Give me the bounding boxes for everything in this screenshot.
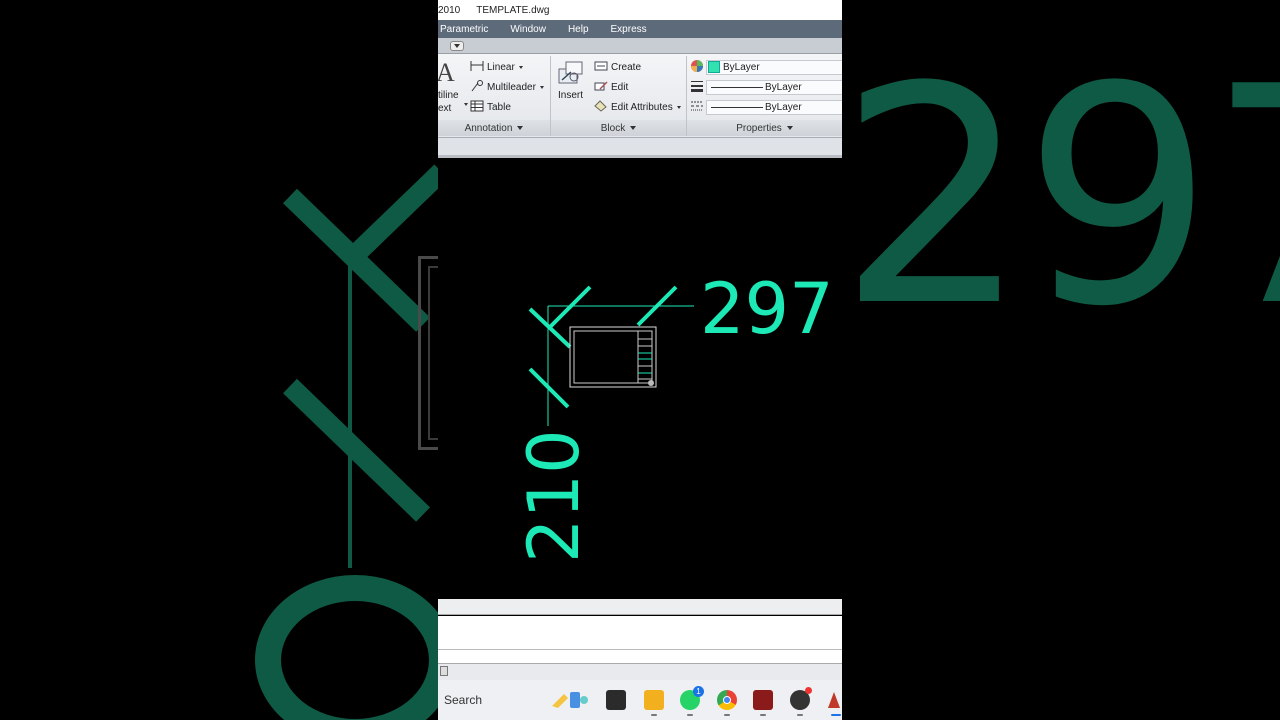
running-indicator [687, 714, 693, 716]
background-tick-mark [348, 164, 449, 263]
vertical-dimension-text: 210 [513, 429, 595, 563]
linetype-property-row: ByLayer [690, 99, 842, 115]
whatsapp-icon[interactable]: 1 [680, 686, 704, 710]
table-icon [470, 100, 484, 115]
search-highlight-icon[interactable] [550, 688, 590, 712]
lineweight-icon [690, 80, 704, 95]
obs-icon[interactable] [790, 687, 812, 710]
edit-attributes-label: Edit Attributes [611, 102, 673, 113]
edit-attributes-caret-icon [676, 106, 681, 109]
multiline-text-label-2: ext [438, 103, 452, 114]
menu-window[interactable]: Window [510, 24, 546, 35]
edit-attributes-icon [594, 100, 608, 115]
annotation-panel-label: Annotation [464, 122, 513, 134]
drawing-svg: 297 210 [513, 268, 834, 563]
multileader-button[interactable]: Multileader [470, 80, 544, 95]
ribbon-bottom-bar [438, 138, 842, 158]
background-dimension-line [348, 260, 352, 568]
create-block-button[interactable]: Create [594, 60, 641, 75]
linetype-value: ByLayer [765, 101, 802, 113]
menu-help[interactable]: Help [568, 24, 589, 35]
edit-label: Edit [611, 82, 629, 93]
dimension-tick [548, 285, 592, 329]
edit-attributes-button[interactable]: Edit Attributes [594, 100, 681, 115]
status-bar [438, 664, 842, 680]
background-zero-digit [255, 575, 455, 720]
line-sample [711, 86, 763, 88]
cursor-icon [648, 380, 654, 386]
search-placeholder: Search [444, 693, 483, 707]
linetype-dropdown[interactable]: ByLayer [706, 99, 842, 115]
lineweight-dropdown[interactable]: ByLayer [706, 79, 842, 95]
multileader-icon [470, 80, 484, 95]
create-label: Create [611, 62, 642, 73]
autocad-window: 2010 TEMPLATE.dwg Parametric Window Help… [438, 0, 842, 720]
color-dropdown[interactable]: ByLayer [706, 59, 842, 75]
background-dimension-number: 297 [838, 23, 1280, 372]
lineweight-property-row: ByLayer [690, 79, 842, 95]
color-wheel-icon [690, 59, 704, 76]
insert-label[interactable]: Insert [558, 90, 583, 101]
properties-panel-label: Properties [736, 122, 782, 134]
ribbon-tab-strip [438, 38, 842, 54]
whatsapp-badge: 1 [693, 686, 704, 697]
annotation-panel-title[interactable]: Annotation [438, 120, 550, 136]
table-button[interactable]: Table [470, 100, 511, 115]
model-space-toggle[interactable] [440, 666, 448, 676]
color-value: ByLayer [723, 61, 760, 73]
running-indicator [651, 714, 657, 716]
linear-caret-icon [518, 66, 523, 69]
edit-block-icon [594, 80, 608, 95]
linear-label: Linear [487, 62, 515, 73]
dimension-tick [528, 367, 570, 409]
linear-dimension-icon [470, 60, 484, 75]
chrome-icon[interactable] [717, 690, 737, 710]
sheet-border [569, 326, 657, 388]
multileader-caret-icon [539, 86, 544, 89]
drawing-canvas[interactable]: 297 210 [438, 161, 842, 599]
block-panel-title[interactable]: Block [551, 120, 686, 136]
active-indicator [831, 714, 841, 716]
task-view-icon[interactable] [606, 690, 626, 710]
title-bar: 2010 TEMPLATE.dwg [438, 0, 842, 20]
running-indicator [760, 714, 766, 716]
lineweight-value: ByLayer [765, 81, 802, 93]
background-tick-mark [283, 378, 431, 522]
file-explorer-icon[interactable] [644, 690, 664, 710]
multiline-text-icon[interactable]: A [438, 58, 455, 88]
line-sample [711, 106, 763, 108]
ribbon-minimize-dropdown[interactable] [450, 41, 464, 51]
app-version: 2010 [438, 4, 461, 16]
chevron-down-icon [630, 126, 637, 130]
linear-dimension-button[interactable]: Linear [470, 60, 523, 75]
command-input[interactable] [438, 650, 842, 664]
command-line[interactable] [438, 616, 842, 650]
insert-block-icon[interactable] [556, 58, 586, 88]
autocad-running-icon[interactable] [826, 690, 842, 710]
menu-express[interactable]: Express [611, 24, 647, 35]
create-block-icon [594, 60, 608, 75]
linetype-icon [690, 100, 704, 115]
chevron-down-icon [786, 126, 793, 130]
taskbar: Search 1 [438, 680, 842, 720]
autocad-app-icon[interactable] [753, 690, 773, 710]
chevron-down-icon [517, 126, 524, 130]
properties-panel-title[interactable]: Properties [687, 120, 842, 136]
horizontal-dimension-text: 297 [700, 268, 834, 350]
text-dropdown-caret[interactable] [460, 103, 468, 106]
color-swatch [708, 61, 720, 73]
running-indicator [724, 714, 730, 716]
menu-bar: Parametric Window Help Express [438, 20, 842, 38]
multiline-text-label-1: tiline [438, 90, 459, 101]
command-history-bar [438, 599, 842, 615]
file-name: TEMPLATE.dwg [476, 4, 550, 16]
table-label: Table [487, 102, 511, 113]
multileader-label: Multileader [487, 82, 536, 93]
running-indicator [797, 714, 803, 716]
block-panel-label: Block [600, 122, 626, 134]
edit-block-button[interactable]: Edit [594, 80, 628, 95]
ribbon: A tiline ext Linear Multileader Table An… [438, 54, 842, 138]
color-property-row: ByLayer [690, 59, 842, 75]
menu-parametric[interactable]: Parametric [440, 24, 488, 35]
